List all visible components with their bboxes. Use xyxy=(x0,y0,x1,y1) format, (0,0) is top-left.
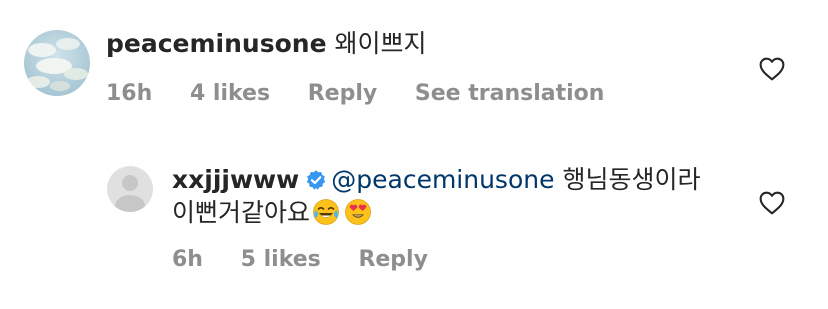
verified-badge-icon xyxy=(305,167,327,199)
reply-time: 6h xyxy=(172,247,203,272)
heart-outline-icon[interactable] xyxy=(759,57,785,81)
comment-body: peaceminusone 왜이쁘지 xyxy=(106,28,427,60)
reply-username[interactable]: xxjjjwww xyxy=(172,165,299,194)
reply-text-line1: 행님동생이라 xyxy=(562,165,701,194)
see-translation-button[interactable]: See translation xyxy=(415,81,605,106)
reply-body-line2: 이뻔거같아요 xyxy=(172,197,372,234)
reply-text-line2: 이뻔거같아요 xyxy=(172,198,311,227)
avatar[interactable] xyxy=(24,30,90,96)
mention-link[interactable]: @peaceminusone xyxy=(331,165,554,194)
heart-outline-icon[interactable] xyxy=(759,191,785,215)
avatar[interactable] xyxy=(107,166,153,212)
comment-text: 왜이쁘지 xyxy=(334,29,427,58)
comment-username[interactable]: peaceminusone xyxy=(106,29,327,58)
reply-reply-button[interactable]: Reply xyxy=(358,247,428,272)
reply-likes[interactable]: 5 likes xyxy=(241,247,321,272)
comment-meta: 16h 4 likes Reply See translation xyxy=(106,80,634,108)
comment-reply-button[interactable]: Reply xyxy=(308,81,378,106)
reply-body: xxjjjwww @peaceminusone 행님동생이라 xyxy=(172,164,700,199)
comment-likes[interactable]: 4 likes xyxy=(190,81,270,106)
comment-time: 16h xyxy=(106,81,153,106)
face-with-tears-of-joy-icon xyxy=(312,198,340,234)
reply-meta: 6h 5 likes Reply xyxy=(172,246,458,274)
smiling-face-with-heart-eyes-icon xyxy=(344,198,372,234)
